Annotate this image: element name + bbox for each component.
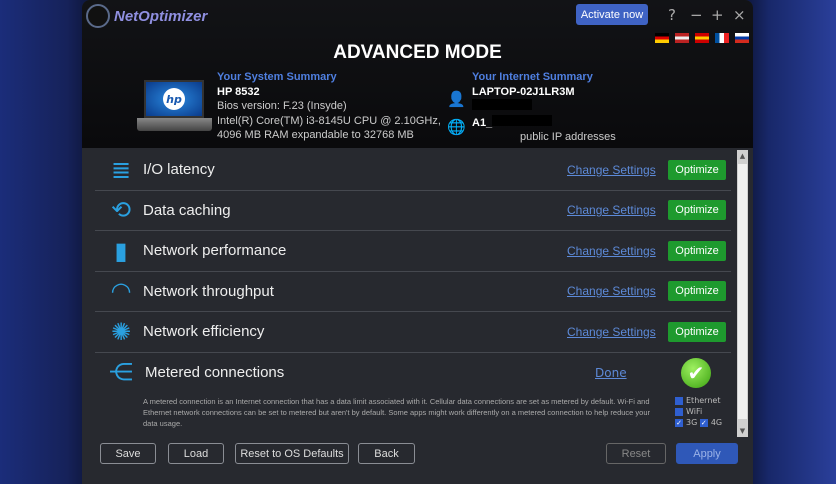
setting-row: ⟲ Data caching Change Settings Optimize <box>95 191 731 231</box>
optimize-button[interactable]: Optimize <box>668 159 726 180</box>
load-button[interactable]: Load <box>168 443 224 464</box>
internet-heading: Your Internet Summary <box>472 71 593 83</box>
user-icon: 👤 <box>447 90 466 108</box>
3g-checkbox[interactable]: ✓ 3G <box>675 418 697 427</box>
change-settings-link[interactable]: Change Settings <box>567 163 656 177</box>
change-settings-link[interactable]: Change Settings <box>567 244 656 258</box>
row-label: Network efficiency <box>143 323 265 341</box>
network-efficiency-icon: ✺ <box>110 317 132 346</box>
scrollbar[interactable]: ▲ ▼ <box>737 150 748 437</box>
internet-summary: Your Internet Summary LAPTOP-02J1LR3M A1… <box>472 70 616 145</box>
ram-info: 4096 MB RAM expandable to 32768 MB <box>217 129 414 141</box>
system-model: HP 8532 <box>217 85 260 98</box>
system-summary: Your System Summary HP 8532 Bios version… <box>217 70 441 143</box>
change-settings-link[interactable]: Change Settings <box>567 203 656 217</box>
scroll-up[interactable]: ▲ <box>737 152 748 160</box>
cpu-info: Intel(R) Core(TM) i3-8145U CPU @ 2.10GHz… <box>217 114 441 127</box>
share-icon: ⋲ <box>109 358 133 386</box>
setting-row: ▮ Network performance Change Settings Op… <box>95 231 731 272</box>
setting-row: ✺ Network efficiency Change Settings Opt… <box>95 312 731 353</box>
setting-row: ◠ Network throughput Change Settings Opt… <box>95 272 731 312</box>
optimize-button[interactable]: Optimize <box>668 321 726 342</box>
network-throughput-icon: ◠ <box>110 277 132 306</box>
close-button[interactable]: × <box>733 6 746 24</box>
save-button[interactable]: Save <box>100 443 156 464</box>
globe-icon: 🌐 <box>447 118 466 136</box>
gauge-icon <box>86 4 110 28</box>
reset-os-defaults-button[interactable]: Reset to OS Defaults <box>235 443 349 464</box>
row-label: I/O latency <box>143 161 215 179</box>
settings-list: ≣ I/O latency Change Settings Optimize ⟲… <box>95 150 731 353</box>
network-performance-icon: ▮ <box>114 236 128 265</box>
metered-description: A metered connection is an Internet conn… <box>143 397 651 428</box>
ip-info: public IP addresses <box>520 131 616 143</box>
row-label: Data caching <box>143 201 231 219</box>
wifi-checkbox[interactable]: WiFi <box>675 406 722 417</box>
4g-checkbox[interactable]: ✓ 4G <box>699 418 723 427</box>
ethernet-checkbox[interactable]: Ethernet <box>675 395 722 406</box>
io-latency-icon: ≣ <box>110 155 132 184</box>
wifi-label: WiFi <box>686 407 703 416</box>
back-button[interactable]: Back <box>358 443 415 464</box>
3g-label: 3G <box>686 418 698 427</box>
hostname: LAPTOP-02J1LR3M <box>472 85 575 98</box>
bios-version: Bios version: F.23 (Insyde) <box>217 100 347 112</box>
maximize-button[interactable]: + <box>711 6 724 24</box>
logo: NetOptimizer <box>86 4 207 28</box>
change-settings-link[interactable]: Change Settings <box>567 325 656 339</box>
row-label: Network performance <box>143 242 287 260</box>
optimize-button[interactable]: Optimize <box>668 240 726 261</box>
optimize-button[interactable]: Optimize <box>668 200 726 221</box>
scroll-down[interactable]: ▼ <box>737 427 748 435</box>
optimize-button[interactable]: Optimize <box>668 281 726 302</box>
row-label: Network throughput <box>143 282 274 300</box>
reset-button[interactable]: Reset <box>606 443 666 464</box>
change-settings-link[interactable]: Change Settings <box>567 284 656 298</box>
apply-button[interactable]: Apply <box>676 443 738 464</box>
4g-label: 4G <box>710 418 723 427</box>
data-caching-icon: ⟲ <box>110 196 132 225</box>
header: NetOptimizer Activate now ? − + × ADVANC… <box>82 0 753 148</box>
isp-name: A1_ <box>472 116 493 129</box>
system-heading: Your System Summary <box>217 71 337 83</box>
laptop-icon: hp <box>137 80 212 133</box>
activate-button[interactable]: Activate now <box>576 4 648 25</box>
check-icon: ✔ <box>681 358 711 388</box>
page-title: ADVANCED MODE <box>333 42 502 63</box>
scroll-thumb[interactable] <box>738 164 747 419</box>
help-button[interactable]: ? <box>668 6 676 24</box>
done-link[interactable]: Done <box>595 366 627 380</box>
row-label: Metered connections <box>145 364 285 381</box>
app-window: NetOptimizer Activate now ? − + × ADVANC… <box>82 0 753 484</box>
ethernet-label: Ethernet <box>686 396 721 405</box>
minimize-button[interactable]: − <box>690 6 703 24</box>
app-name: NetOptimizer <box>114 7 208 25</box>
metered-row: ⋲ Metered connections Done ✔ A metered c… <box>95 352 731 436</box>
setting-row: ≣ I/O latency Change Settings Optimize <box>95 150 731 191</box>
